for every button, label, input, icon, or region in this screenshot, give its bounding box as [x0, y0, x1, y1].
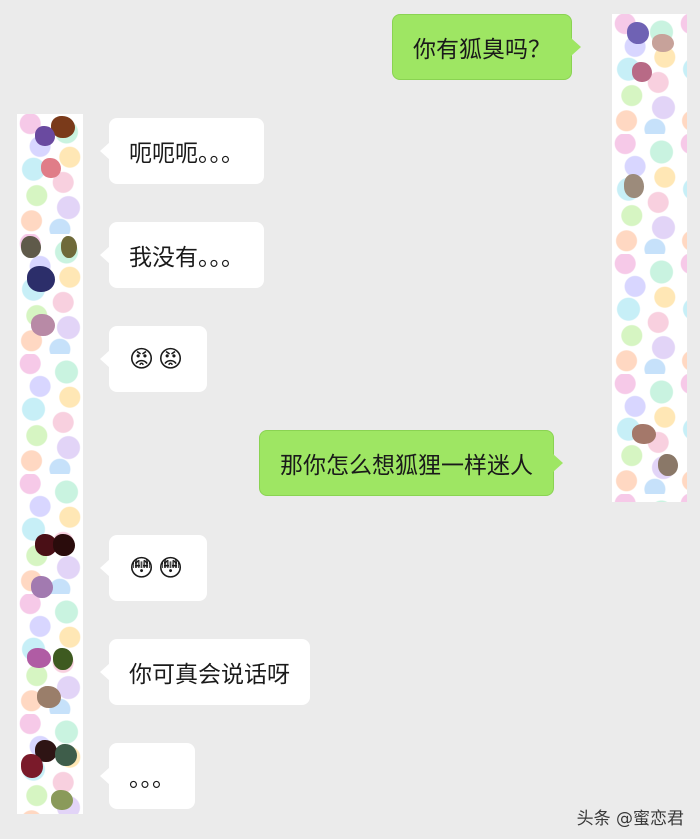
incoming-message-bubble[interactable]: 。。。 — [100, 743, 195, 809]
incoming-message-bubble[interactable]: 我没有。。。 — [100, 222, 264, 288]
watermark: 头条 @蜜恋君 — [576, 809, 684, 829]
incoming-emoji-bubble[interactable]: 😳😳 — [99, 535, 208, 601]
self-avatar-mosaic — [612, 14, 687, 502]
outgoing-message-bubble[interactable]: 你有狐臭吗？ — [392, 14, 581, 80]
outgoing-message-bubble[interactable]: 那你怎么想狐狸一样迷人 — [259, 430, 563, 496]
incoming-message-bubble[interactable]: 你可真会说话呀 — [100, 639, 310, 705]
incoming-message-bubble[interactable]: 呃呃呃。。。 — [100, 118, 264, 184]
contact-avatar-mosaic — [17, 114, 83, 814]
incoming-emoji-bubble[interactable]: 😡😡 — [99, 326, 208, 392]
